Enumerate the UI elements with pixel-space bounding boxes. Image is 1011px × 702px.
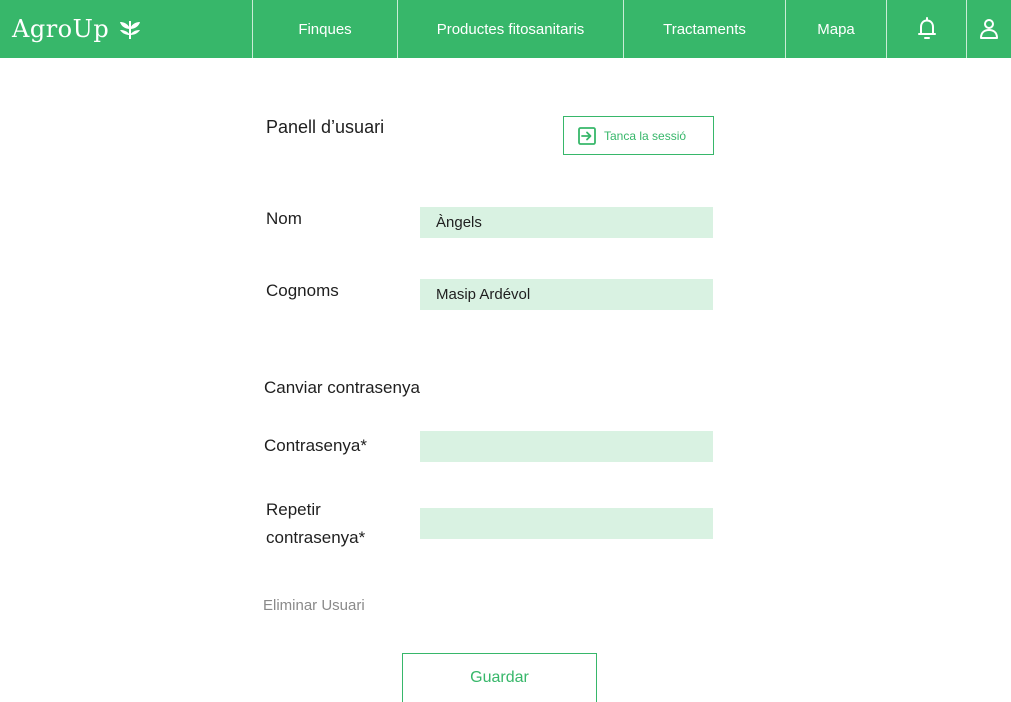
password-field[interactable] — [420, 431, 713, 462]
save-button[interactable]: Guardar — [402, 653, 597, 702]
logout-icon — [578, 126, 596, 145]
surname-field[interactable]: Masip Ardévol — [420, 279, 713, 310]
delete-user-link[interactable]: Eliminar Usuari — [263, 597, 365, 614]
brand-name: AgroUp — [12, 15, 110, 43]
nav-tractaments-label: Tractaments — [663, 20, 746, 38]
nav-finques-label: Finques — [298, 20, 352, 38]
change-password-title: Canviar contrasenya — [264, 378, 420, 397]
name-label: Nom — [266, 209, 302, 228]
repeat-password-label-line1: Repetir — [266, 500, 321, 519]
logout-button[interactable]: Tanca la sessió — [563, 116, 714, 155]
logout-label: Tanca la sessió — [604, 128, 687, 143]
repeat-password-field[interactable] — [420, 508, 713, 539]
nav-mapa[interactable]: Mapa — [785, 0, 886, 58]
page-title: Panell d’usuari — [266, 117, 385, 137]
password-label: Contrasenya* — [264, 436, 368, 455]
nav-tractaments[interactable]: Tractaments — [623, 0, 785, 58]
bell-icon — [917, 17, 936, 39]
brand-logo[interactable]: AgroUp — [0, 0, 252, 58]
nav-finques[interactable]: Finques — [252, 0, 397, 58]
notifications-button[interactable] — [886, 0, 966, 58]
repeat-password-label-line2: contrasenya* — [266, 528, 366, 547]
nav-mapa-label: Mapa — [817, 20, 855, 38]
surname-label: Cognoms — [266, 281, 339, 300]
name-field[interactable]: Àngels — [420, 207, 713, 238]
nav-productes-fitosanitaris[interactable]: Productes fitosanitaris — [397, 0, 623, 58]
user-icon — [980, 19, 998, 39]
top-nav: AgroUp Finques Productes fitosanitaris T… — [0, 0, 1011, 58]
nav-productes-label: Productes fitosanitaris — [436, 20, 585, 38]
user-profile-button[interactable] — [966, 0, 1011, 58]
leaf-icon — [120, 21, 141, 40]
